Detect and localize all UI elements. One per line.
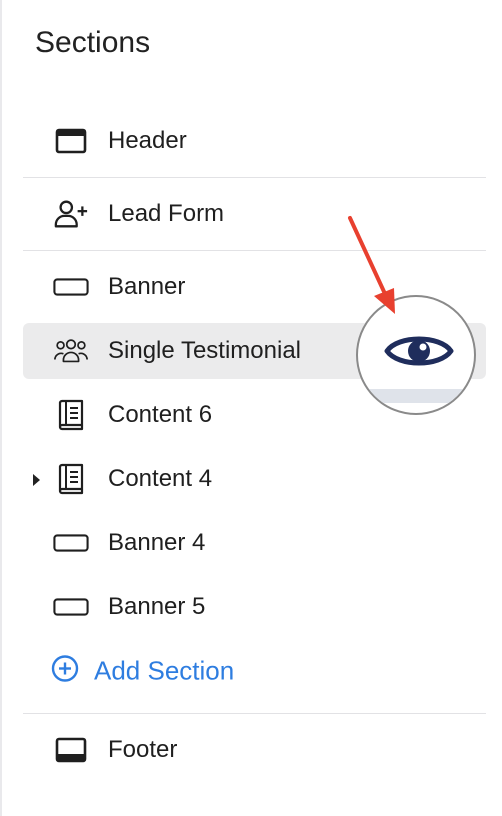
divider [23, 177, 486, 178]
banner-icon [53, 591, 89, 623]
users-icon [53, 335, 89, 367]
section-item-label: Footer [108, 736, 178, 763]
eye-icon[interactable] [384, 329, 454, 378]
panel-title: Sections [35, 26, 151, 59]
section-item-header[interactable]: Header [23, 113, 486, 169]
banner-icon [53, 527, 89, 559]
section-item-label: Banner 4 [108, 529, 206, 556]
section-item-label: Content 6 [108, 401, 213, 428]
section-item-label: Banner [108, 273, 186, 300]
divider [23, 250, 486, 251]
add-user-icon [53, 198, 89, 230]
section-item-banner-5[interactable]: Banner 5 [23, 579, 486, 635]
annotation-arrow-icon [348, 216, 395, 314]
section-item-banner-4[interactable]: Banner 4 [23, 515, 486, 571]
divider [23, 713, 486, 714]
footer-icon [53, 734, 89, 766]
section-item-label: Banner 5 [108, 593, 206, 620]
banner-icon [53, 271, 89, 303]
section-item-footer[interactable]: Footer [23, 722, 486, 778]
section-item-label: Single Testimonial [108, 337, 301, 364]
section-item-label: Lead Form [108, 200, 225, 227]
magnified-toolbar-strip [358, 389, 474, 403]
section-item-label: Content 4 [108, 465, 213, 492]
book-icon [53, 463, 89, 495]
section-item-lead-form[interactable]: Lead Form [23, 186, 486, 242]
book-icon [53, 399, 89, 431]
add-section-label: Add Section [94, 655, 235, 686]
section-item-label: Header [108, 127, 187, 154]
panel-border [0, 0, 2, 816]
section-item-content-4[interactable]: Content 4 [23, 451, 486, 507]
header-icon [53, 125, 89, 157]
plus-circle-icon [51, 655, 79, 688]
add-section-button[interactable]: Add Section [23, 643, 486, 699]
